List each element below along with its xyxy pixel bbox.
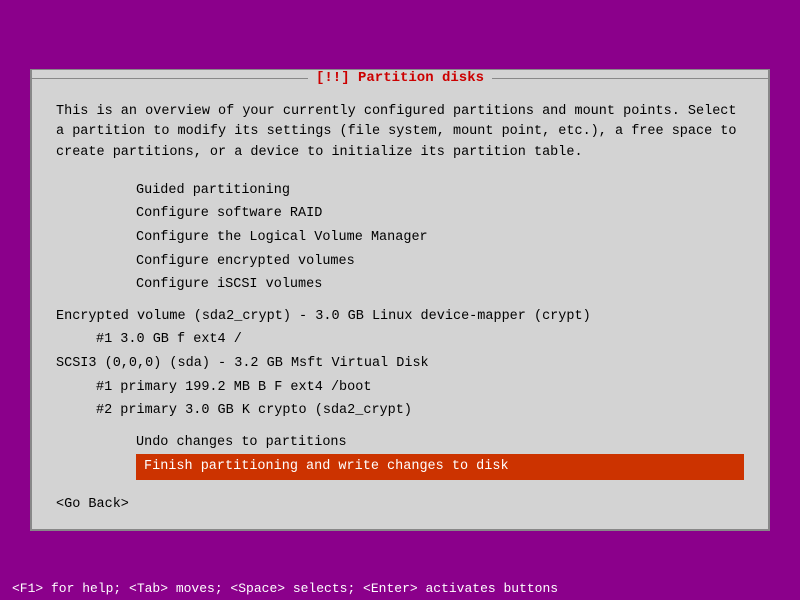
status-bar: <F1> for help; <Tab> moves; <Space> sele… <box>0 577 800 600</box>
title-bar: [!!] Partition disks <box>32 70 768 86</box>
dialog-content: This is an overview of your currently co… <box>32 86 768 529</box>
screen-wrapper: [!!] Partition disks This is an overview… <box>0 0 800 600</box>
title-bar-right-line <box>492 78 768 79</box>
dialog-title: [!!] Partition disks <box>308 70 492 86</box>
menu-item-lvm[interactable]: Configure the Logical Volume Manager <box>56 226 744 250</box>
scsi-header[interactable]: SCSI3 (0,0,0) (sda) - 3.2 GB Msft Virtua… <box>56 352 744 376</box>
menu-item-encrypted[interactable]: Configure encrypted volumes <box>56 250 744 274</box>
menu-item-guided[interactable]: Guided partitioning <box>56 179 744 203</box>
menu-item-iscsi[interactable]: Configure iSCSI volumes <box>56 273 744 297</box>
scsi-entry-2[interactable]: #2 primary 3.0 GB K crypto (sda2_crypt) <box>56 399 744 423</box>
undo-action[interactable]: Undo changes to partitions <box>56 431 744 455</box>
action-section: Undo changes to partitions Finish partit… <box>56 431 744 480</box>
dialog-box: [!!] Partition disks This is an overview… <box>30 69 770 531</box>
go-back-button[interactable]: <Go Back> <box>56 496 744 513</box>
menu-section: Guided partitioning Configure software R… <box>56 179 744 297</box>
scsi-entry-1[interactable]: #1 primary 199.2 MB B F ext4 /boot <box>56 376 744 400</box>
encrypted-volume-header[interactable]: Encrypted volume (sda2_crypt) - 3.0 GB L… <box>56 305 744 329</box>
menu-item-software-raid[interactable]: Configure software RAID <box>56 202 744 226</box>
finish-action[interactable]: Finish partitioning and write changes to… <box>136 454 744 480</box>
description-text: This is an overview of your currently co… <box>56 102 744 163</box>
encrypted-entry-1[interactable]: #1 3.0 GB f ext4 / <box>56 328 744 352</box>
title-bar-left-line <box>32 78 308 79</box>
partition-section: Encrypted volume (sda2_crypt) - 3.0 GB L… <box>56 305 744 423</box>
